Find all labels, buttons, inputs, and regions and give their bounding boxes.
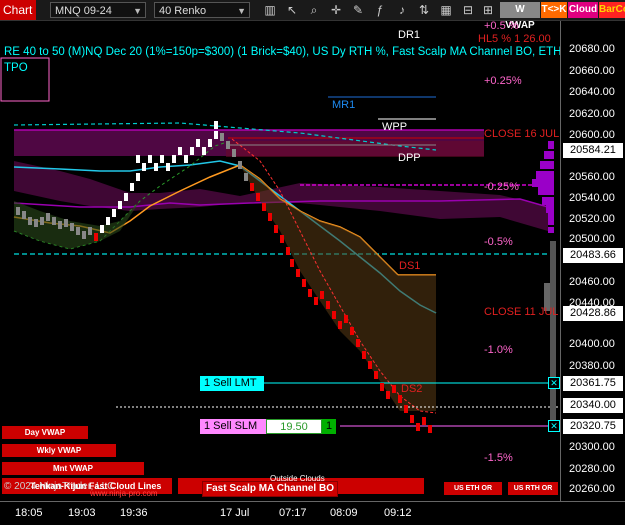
indicators-icon[interactable]: ƒ — [372, 2, 388, 18]
crosshair-icon[interactable]: ✛ — [328, 2, 344, 18]
sell-limit-price-tag: 20361.75 — [563, 376, 623, 391]
price-label: 20500.00 — [569, 233, 615, 245]
zoom-icon[interactable]: ⌕ — [306, 2, 322, 18]
bars-icon[interactable]: ▥ — [262, 2, 278, 18]
order-pnl-value: 19.50 — [266, 419, 322, 434]
properties-icon[interactable]: ⊞ — [480, 2, 496, 18]
sell-limit-order[interactable]: 1 Sell LMT — [200, 376, 264, 391]
calendar-icon[interactable]: ▦ — [438, 2, 454, 18]
instrument-selector[interactable]: MNQ 09-24 ▼ — [50, 2, 146, 18]
price-label: 20400.00 — [569, 338, 615, 350]
dr1-label: DR1 — [398, 29, 421, 41]
bar-type-selector[interactable]: 40 Renko ▼ — [154, 2, 250, 18]
price-label: 20280.00 — [569, 463, 615, 475]
level-price-tag: 20483.66 — [563, 248, 623, 263]
chevron-down-icon: ▼ — [133, 6, 142, 16]
barcolor-toggle-button[interactable]: BarCo — [599, 2, 625, 18]
price-label: 20260.00 — [569, 483, 615, 495]
pct-label: -1.0% — [484, 344, 513, 356]
sell-stop-order[interactable]: 1 Sell SLM — [200, 419, 266, 434]
website-text: www.ninja-pro.com — [90, 489, 158, 498]
time-label: 17 Jul — [220, 507, 250, 519]
time-label: 19:03 — [68, 507, 96, 519]
bar-type-value: 40 Renko — [159, 5, 207, 17]
price-label: 20380.00 — [569, 360, 615, 372]
price-label: 20600.00 — [569, 129, 615, 141]
wpp-label: WPP — [382, 121, 408, 133]
us-rth-or-button[interactable]: US RTH OR — [508, 482, 558, 495]
price-label: 20640.00 — [569, 86, 615, 98]
monthly-vwap-button[interactable]: Mnt VWAP — [2, 462, 144, 475]
tk-toggle-button[interactable]: T<>K — [541, 2, 567, 18]
price-label: 20540.00 — [569, 192, 615, 204]
pct-label: +0.25% — [484, 75, 522, 87]
fast-scalp-button[interactable]: Fast Scalp MA Channel BO — [202, 481, 338, 497]
close-label: CLOSE 16 JUL — [484, 128, 560, 140]
cloud-toggle-button[interactable]: Cloud — [568, 2, 598, 18]
level-label: HL5 % 1 26.00 — [478, 33, 551, 45]
time-axis[interactable]: 18:05 19:03 19:36 17 Jul 07:17 08:09 09:… — [0, 501, 625, 525]
pointer-icon[interactable]: ↖ — [284, 2, 300, 18]
price-label: 20660.00 — [569, 65, 615, 77]
close-icon[interactable]: ✕ — [548, 377, 560, 389]
close-icon[interactable]: ✕ — [548, 420, 560, 432]
current-cloud-price-tag: 20584.21 — [563, 143, 623, 158]
pct-label: -0.25% — [484, 181, 519, 193]
us-eth-or-button[interactable]: US ETH OR — [444, 482, 502, 495]
ds1-label: DS1 — [399, 260, 421, 272]
strategy-icon[interactable]: ♪ — [394, 2, 410, 18]
pct-label: -0.5% — [484, 236, 513, 248]
chart-toolbar: Chart MNQ 09-24 ▼ 40 Renko ▼ ▥ ↖ ⌕ ✛ ✎ ƒ… — [0, 0, 625, 31]
pct-label: -1.5% — [484, 452, 513, 464]
time-label: 07:17 — [279, 507, 307, 519]
sell-stop-price-tag: 20320.75 — [563, 419, 623, 434]
time-label: 18:05 — [15, 507, 43, 519]
day-vwap-button[interactable]: Day VWAP — [2, 426, 88, 439]
chart-subtitle: TPO — [4, 62, 28, 74]
close-label: CLOSE 11 JUL — [484, 306, 559, 318]
draw-icon[interactable]: ✎ — [350, 2, 366, 18]
trade-icon[interactable]: ⇅ — [416, 2, 432, 18]
price-label: 20300.00 — [569, 441, 615, 453]
time-label: 19:36 — [120, 507, 148, 519]
mr1-label: MR1 — [332, 99, 356, 111]
weekly-vwap-button[interactable]: Wkly VWAP — [2, 444, 116, 457]
price-label: 20560.00 — [569, 171, 615, 183]
last-price-tag: 20340.00 — [563, 398, 623, 413]
ma-price-tag: 20428.86 — [563, 306, 623, 321]
time-label: 08:09 — [330, 507, 358, 519]
order-qty[interactable]: 1 — [322, 419, 336, 434]
price-label: 20520.00 — [569, 213, 615, 225]
instrument-value: MNQ 09-24 — [55, 5, 112, 17]
chart-menu-button[interactable]: Chart — [0, 0, 36, 20]
dpp-label: DPP — [398, 152, 421, 164]
pct-label: +0.5 % — [484, 20, 519, 32]
time-label: 09:12 — [384, 507, 412, 519]
vwap-toggle-button[interactable]: W VWAP — [500, 2, 540, 31]
ds2-label: DS2 — [401, 383, 423, 395]
chevron-down-icon: ▼ — [237, 6, 246, 16]
price-label: 20460.00 — [569, 276, 615, 288]
price-label: 20620.00 — [569, 108, 615, 120]
price-label: 20680.00 — [569, 43, 615, 55]
data-box-icon[interactable]: ⊟ — [460, 2, 476, 18]
price-axis[interactable]: 20680.00 20660.00 20640.00 20620.00 2060… — [560, 21, 625, 501]
chart-title: RE 40 to 50 (M)NQ Dec 20 (1%=150p=$300) … — [4, 46, 562, 58]
chart-panel[interactable]: RE 40 to 50 (M)NQ Dec 20 (1%=150p=$300) … — [0, 20, 562, 501]
